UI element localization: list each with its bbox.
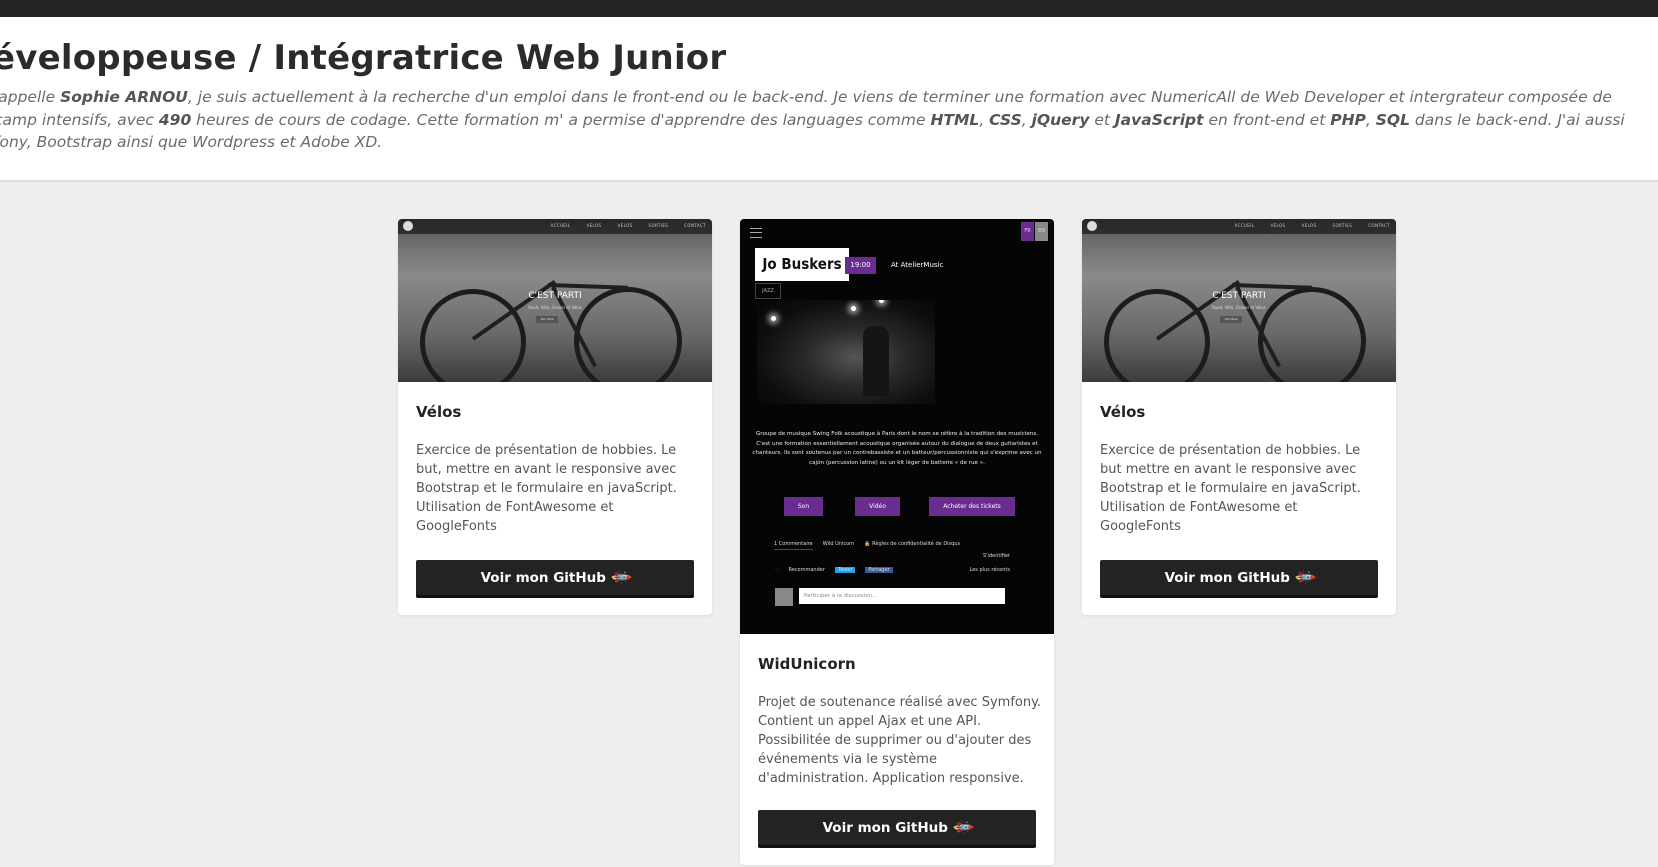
intro-line: fony, Bootstrap ainsi que Wordpress et A… xyxy=(0,131,1658,154)
intro-highlight: HTML xyxy=(930,110,980,129)
intro-highlight: Sophie ARNOU xyxy=(60,88,188,106)
intro-paragraph: 'appelle Sophie ARNOU, je suis actuellem… xyxy=(0,86,1658,154)
disqus-tab: 1 Commentaire xyxy=(774,541,813,550)
thumb-nav-link: VELOS xyxy=(1301,223,1317,228)
thumb-subtitle: Road, Vélo, Gravel et Vélos xyxy=(1212,305,1266,310)
thumb-nav-link: SORTIES xyxy=(648,223,669,228)
thumb-nav-link: VELOS xyxy=(617,223,633,228)
thumb-title: C'EST PARTI xyxy=(528,291,582,301)
disqus-section: 1 Commentaire Wild Unicorn 🔒 Règles de con… xyxy=(774,541,1010,573)
heart-icon: ♡ xyxy=(774,567,779,573)
video-button: Vidéo xyxy=(855,497,900,516)
discussion-input: Participer à la discussion... xyxy=(799,588,1005,604)
band-description: Groupe de musique Swing Folk acoustique … xyxy=(752,431,1042,466)
thumb-logo-icon xyxy=(1087,221,1097,231)
musician-figure xyxy=(863,326,889,396)
page-title: éveloppeuse / Intégratrice Web Junior xyxy=(0,38,727,78)
card-description: Exercice de présentation de hobbies. Le … xyxy=(1100,443,1361,534)
recommend-link: Recommander xyxy=(788,567,825,573)
intro-highlight: PHP xyxy=(1330,110,1366,129)
event-venue: At AtelierMusic xyxy=(891,261,944,269)
intro-text: , xyxy=(1365,110,1376,129)
project-thumbnail[interactable]: FR EN Jo Buskers 19:00 At AtelierMusic J… xyxy=(740,219,1054,634)
intro-highlight: jQuery xyxy=(1031,110,1090,129)
thumb-nav-link: VELOS xyxy=(1270,223,1286,228)
avatar xyxy=(775,588,793,606)
github-button-label: Voir mon GitHub xyxy=(822,819,948,836)
intro-text: camp intensifs, avec xyxy=(0,110,159,129)
thumb-nav-link: CONTACT xyxy=(684,223,706,228)
github-button[interactable]: Voir mon GitHub 🚀 xyxy=(758,810,1036,848)
intro-highlight: JavaScript xyxy=(1114,110,1204,129)
intro-highlight: CSS xyxy=(989,110,1022,129)
intro-text: , je suis actuellement à la recherche d'… xyxy=(187,88,1612,106)
intro-text: fony, Bootstrap ainsi que Wordpress et A… xyxy=(0,133,383,151)
top-navbar xyxy=(0,0,1658,17)
artist-name: Jo Buskers xyxy=(755,248,849,281)
thumb-navbar: ACCUEIL VELOS VELOS SORTIES CONTACT xyxy=(398,219,712,234)
intro-highlight: SQL xyxy=(1375,110,1410,129)
disqus-tab: Wild Unicorn xyxy=(822,541,855,547)
thumb-nav-link: SORTIES xyxy=(1332,223,1353,228)
github-button[interactable]: Voir mon GitHub 🚀 xyxy=(416,560,694,598)
thumb-navbar: ACCUEIL VELOS VELOS SORTIES CONTACT xyxy=(1082,219,1396,234)
intro-text: dans le back-end. J'ai aussi xyxy=(1409,110,1625,129)
thumb-nav-link: ACCUEIL xyxy=(550,223,571,228)
son-button: Son xyxy=(784,497,823,516)
concert-photo xyxy=(757,300,935,404)
lang-fr: FR xyxy=(1021,222,1034,241)
lang-en: EN xyxy=(1035,222,1048,241)
intro-text: , xyxy=(979,110,990,129)
thumb-nav-link: ACCUEIL xyxy=(1234,223,1255,228)
rocket-icon: 🚀 xyxy=(608,565,633,590)
thumb-nav-link: CONTACT xyxy=(1368,223,1390,228)
project-card-widunicorn: FR EN Jo Buskers 19:00 At AtelierMusic J… xyxy=(740,219,1054,865)
thumb-title: C'EST PARTI xyxy=(1212,291,1266,301)
card-description: Projet de soutenance réalisé avec Symfon… xyxy=(758,695,1042,786)
genre-tag: JAZZ xyxy=(755,283,781,299)
login-link: S'identifier xyxy=(983,553,1010,559)
project-card-velos-2: ACCUEIL VELOS VELOS SORTIES CONTACT C'EST PA… xyxy=(1082,219,1396,615)
bike-wheel-icon xyxy=(1258,287,1366,382)
bike-wheel-icon xyxy=(574,287,682,382)
intro-line: camp intensifs, avec 490 heures de cours… xyxy=(0,109,1658,132)
card-title: Vélos xyxy=(1100,403,1146,421)
thumb-cta: Voir Plus xyxy=(536,316,558,323)
intro-line: 'appelle Sophie ARNOU, je suis actuellem… xyxy=(0,86,1658,109)
card-title: Vélos xyxy=(416,403,462,421)
rocket-icon: 🚀 xyxy=(1292,565,1317,590)
github-button-label: Voir mon GitHub xyxy=(1164,569,1290,586)
intro-text: en front-end et xyxy=(1203,110,1331,129)
tweet-button: Tweet xyxy=(834,567,856,573)
bike-frame-icon xyxy=(547,283,629,290)
project-card-velos-1: ACCUEIL VELOS VELOS SORTIES CONTACT C'EST PA… xyxy=(398,219,712,615)
thumb-cta: Voir Plus xyxy=(1220,316,1242,323)
intro-text: heures de cours de codage. Cette formati… xyxy=(191,110,931,129)
hamburger-menu-icon xyxy=(750,228,762,238)
disqus-tab: 🔒 Règles de confidentialité de Disqus xyxy=(864,541,961,547)
sort-select: Les plus récents xyxy=(969,567,1010,573)
rocket-icon: 🚀 xyxy=(950,815,975,840)
project-thumbnail[interactable]: ACCUEIL VELOS VELOS SORTIES CONTACT C'EST PA… xyxy=(1082,219,1396,382)
hero-section: éveloppeuse / Intégratrice Web Junior 'a… xyxy=(0,17,1658,182)
card-title: WidUnicorn xyxy=(758,655,856,673)
card-description: Exercice de présentation de hobbies. Le … xyxy=(416,443,677,534)
share-button: Partager xyxy=(865,567,893,573)
tickets-button: Acheter des tickets xyxy=(929,497,1015,516)
bike-frame-icon xyxy=(1231,283,1313,290)
thumb-nav-link: VELOS xyxy=(586,223,602,228)
thumb-subtitle: Road, Vélo, Gravel et Vélos xyxy=(528,305,582,310)
github-button-label: Voir mon GitHub xyxy=(480,569,606,586)
thumb-logo-icon xyxy=(403,221,413,231)
project-thumbnail[interactable]: ACCUEIL VELOS VELOS SORTIES CONTACT C'EST PA… xyxy=(398,219,712,382)
intro-text: et xyxy=(1089,110,1115,129)
intro-highlight: 490 xyxy=(158,110,192,129)
intro-text: 'appelle xyxy=(0,88,61,106)
github-button[interactable]: Voir mon GitHub 🚀 xyxy=(1100,560,1378,598)
event-time: 19:00 xyxy=(845,257,876,274)
intro-text: , xyxy=(1021,110,1032,129)
